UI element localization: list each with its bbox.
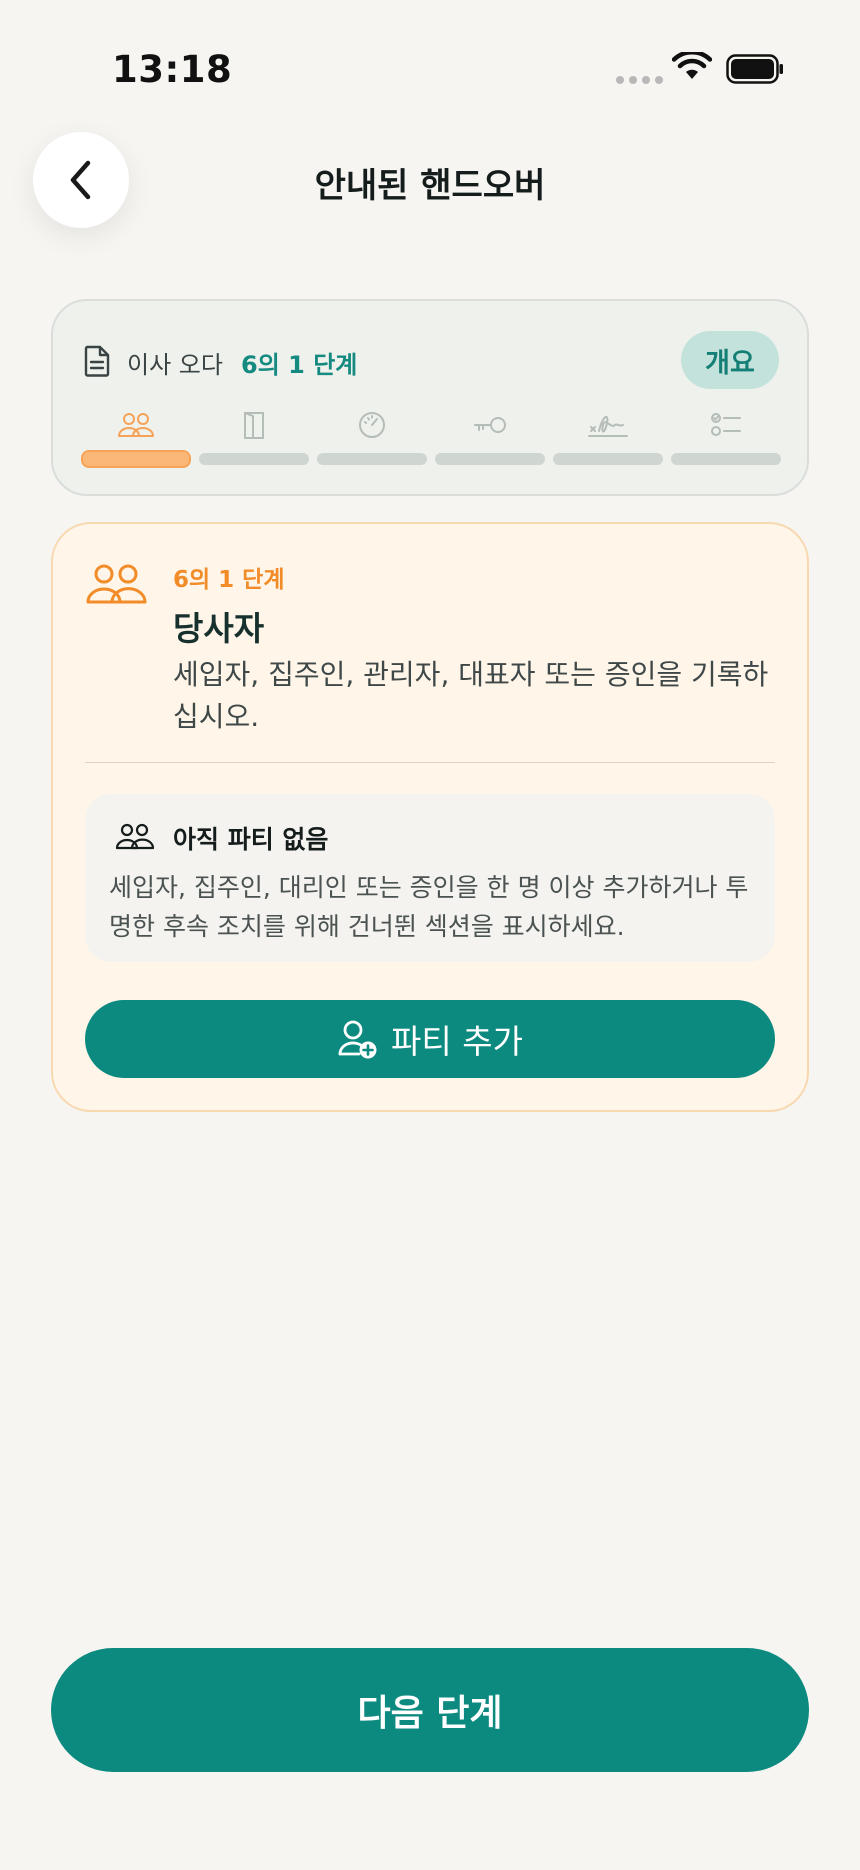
empty-state-title: 아직 파티 없음 <box>173 825 329 854</box>
gauge-icon <box>359 412 385 438</box>
step-bar <box>671 453 781 465</box>
signature-icon <box>588 415 628 437</box>
battery-icon <box>726 54 783 84</box>
next-step-button[interactable]: 다음 단계 <box>51 1648 809 1772</box>
step-meters[interactable] <box>317 407 427 468</box>
cellular-signal-icon <box>616 76 663 84</box>
section-step-label: 6의 1 단계 <box>173 567 285 593</box>
parties-section-card: 6의 1 단계 당사자 세입자, 집주인, 관리자, 대표자 또는 증인을 기록… <box>51 522 809 1112</box>
step-indicator <box>81 407 781 468</box>
step-keys[interactable] <box>435 407 545 468</box>
progress-card: 이사 오다 6의 1 단계 개요 <box>51 299 809 496</box>
add-party-button[interactable]: 파티 추가 <box>85 1000 775 1078</box>
status-bar: 13:18 <box>0 0 860 140</box>
step-bar <box>553 453 663 465</box>
checklist-icon <box>711 413 741 436</box>
header: 안내된 핸드오버 <box>0 128 860 232</box>
document-icon <box>84 345 110 377</box>
step-rooms[interactable] <box>199 407 309 468</box>
step-bar <box>435 453 545 465</box>
progress-label: 이사 오다 <box>127 351 223 379</box>
people-icon <box>86 564 147 604</box>
section-description: 세입자, 집주인, 관리자, 대표자 또는 증인을 기록하십시오. <box>173 658 769 733</box>
step-summary[interactable] <box>671 407 781 468</box>
door-icon <box>244 412 264 439</box>
empty-state: 아직 파티 없음 세입자, 집주인, 대리인 또는 증인을 한 명 이상 추가하… <box>85 794 775 962</box>
wifi-icon <box>672 52 712 79</box>
step-bar <box>199 453 309 465</box>
section-title: 당사자 <box>173 609 265 648</box>
people-icon <box>118 413 154 437</box>
overview-button[interactable]: 개요 <box>681 331 779 389</box>
divider <box>85 762 775 763</box>
step-parties[interactable] <box>81 407 191 468</box>
people-icon <box>115 823 155 850</box>
empty-state-description: 세입자, 집주인, 대리인 또는 증인을 한 명 이상 추가하거나 투명한 후속… <box>109 873 749 941</box>
add-party-label: 파티 추가 <box>391 1022 523 1061</box>
page-title: 안내된 핸드오버 <box>314 166 546 206</box>
step-signatures[interactable] <box>553 407 663 468</box>
status-time: 13:18 <box>112 48 233 91</box>
step-bar-active <box>81 450 191 468</box>
add-person-icon <box>338 1020 377 1059</box>
key-icon <box>474 417 506 433</box>
progress-step-text: 6의 1 단계 <box>241 351 358 379</box>
step-bar <box>317 453 427 465</box>
